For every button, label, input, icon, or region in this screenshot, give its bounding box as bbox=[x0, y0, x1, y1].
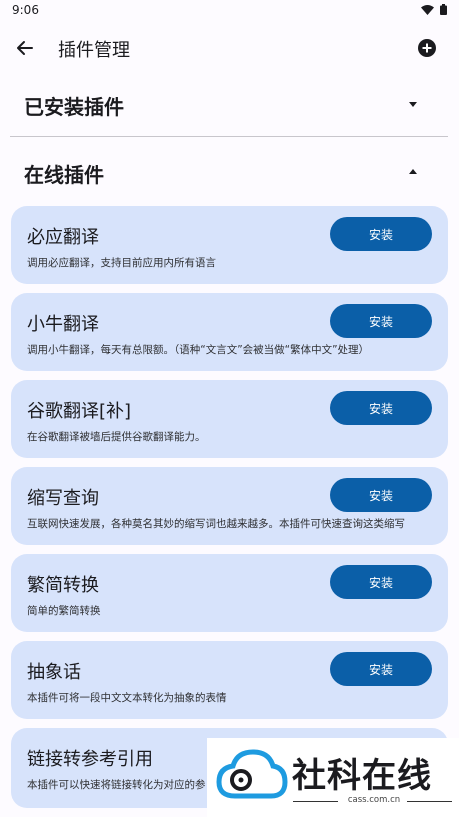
battery-icon bbox=[440, 4, 447, 15]
install-button[interactable]: 安装 bbox=[330, 391, 432, 425]
plugin-description: 调用小牛翻译，每天有总限额。（语种“文言文”会被当做“繁体中文”处理） bbox=[27, 344, 370, 356]
plugin-description: 在谷歌翻译被墙后提供谷歌翻译能力。 bbox=[27, 431, 206, 443]
plugin-card: 繁简转换 简单的繁简转换 安装 bbox=[11, 554, 448, 632]
plugin-title: 必应翻译 bbox=[27, 227, 99, 248]
app-bar: 插件管理 bbox=[0, 22, 459, 74]
cloud-logo-icon bbox=[216, 749, 288, 799]
page-title: 插件管理 bbox=[58, 40, 130, 61]
back-button[interactable] bbox=[10, 34, 38, 62]
install-button[interactable]: 安装 bbox=[330, 565, 432, 599]
installed-plugins-title: 已安装插件 bbox=[24, 95, 124, 119]
plugin-description: 简单的繁简转换 bbox=[27, 605, 101, 617]
online-plugins-header[interactable]: 在线插件 bbox=[0, 140, 459, 204]
status-bar: 9:06 bbox=[0, 0, 459, 22]
plugin-card: 谷歌翻译[补] 在谷歌翻译被墙后提供谷歌翻译能力。 安装 bbox=[11, 380, 448, 458]
add-plugin-button[interactable] bbox=[415, 36, 439, 60]
install-button[interactable]: 安装 bbox=[330, 304, 432, 338]
plugin-title: 小牛翻译 bbox=[27, 314, 99, 335]
plugin-card: 必应翻译 调用必应翻译，支持目前应用内所有语言 安装 bbox=[11, 206, 448, 284]
wifi-icon bbox=[421, 4, 434, 15]
watermark-rule bbox=[407, 801, 452, 802]
caret-down-icon bbox=[409, 102, 417, 107]
plugin-card: 小牛翻译 调用小牛翻译，每天有总限额。（语种“文言文”会被当做“繁体中文”处理）… bbox=[11, 293, 448, 371]
plugin-description: 互联网快速发展，各种莫名其妙的缩写词也越来越多。本插件可快速查询这类缩写 bbox=[27, 518, 405, 530]
install-button[interactable]: 安装 bbox=[330, 217, 432, 251]
online-plugins-title: 在线插件 bbox=[24, 163, 104, 187]
watermark-url: cass.com.cn bbox=[347, 795, 401, 805]
plugin-description: 本插件可将一段中文文本转化为抽象的表情 bbox=[27, 692, 227, 704]
section-divider bbox=[10, 136, 448, 137]
plugin-card: 抽象话 本插件可将一段中文文本转化为抽象的表情 安装 bbox=[11, 641, 448, 719]
watermark-text: 社科在线 bbox=[292, 756, 432, 796]
plugin-title: 抽象话 bbox=[27, 662, 81, 683]
caret-up-icon bbox=[409, 169, 417, 174]
add-circle-icon bbox=[418, 39, 436, 57]
plugin-title: 谷歌翻译[补] bbox=[27, 401, 132, 422]
status-time: 9:06 bbox=[12, 3, 39, 17]
plugin-card: 缩写查询 互联网快速发展，各种莫名其妙的缩写词也越来越多。本插件可快速查询这类缩… bbox=[11, 467, 448, 545]
install-button[interactable]: 安装 bbox=[330, 652, 432, 686]
plugin-title: 繁简转换 bbox=[27, 575, 99, 596]
plugin-title: 缩写查询 bbox=[27, 488, 99, 509]
plugin-description: 调用必应翻译，支持目前应用内所有语言 bbox=[27, 257, 216, 269]
watermark: 社科在线 cass.com.cn bbox=[207, 738, 459, 817]
plugin-title: 链接转参考引用 bbox=[27, 749, 153, 770]
status-icons bbox=[421, 4, 447, 15]
installed-plugins-header[interactable]: 已安装插件 bbox=[0, 72, 459, 136]
install-button[interactable]: 安装 bbox=[330, 478, 432, 512]
arrow-left-icon bbox=[17, 41, 33, 55]
